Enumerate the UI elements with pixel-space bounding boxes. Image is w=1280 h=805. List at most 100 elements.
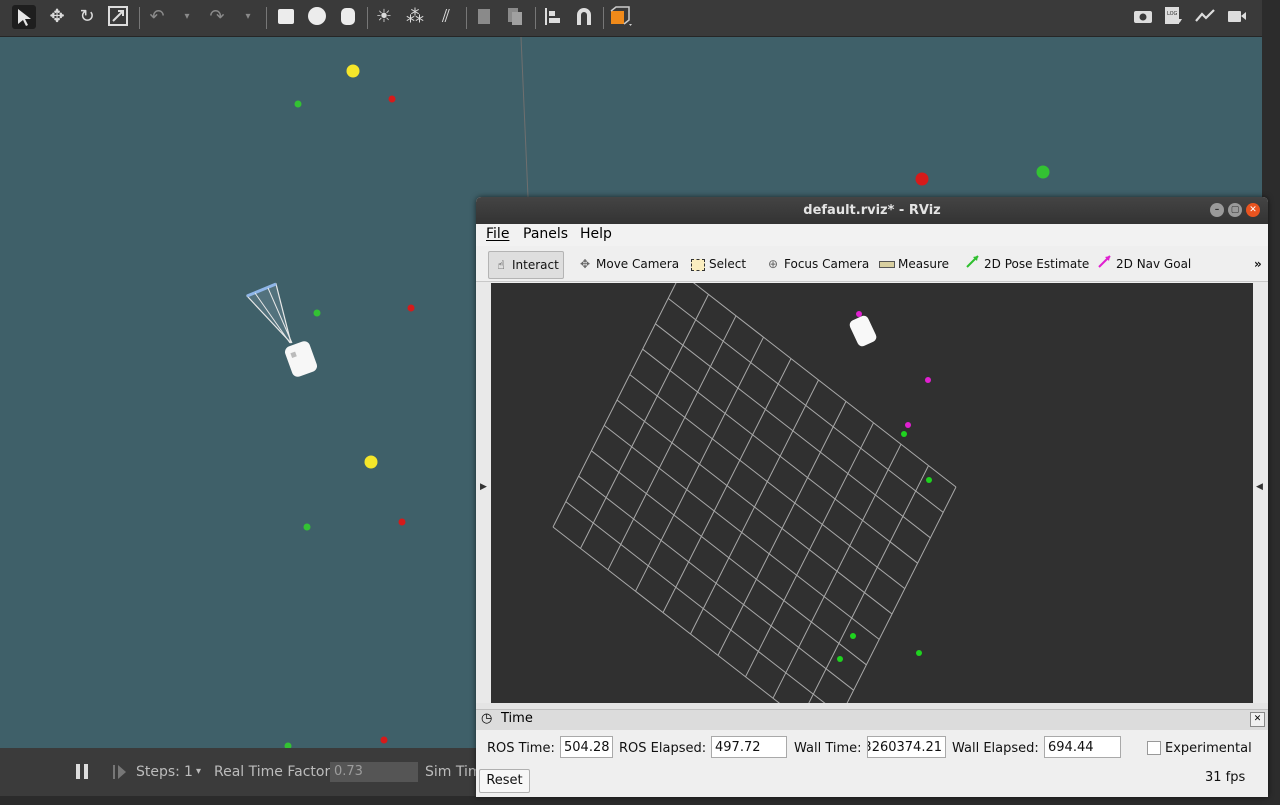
record-video-icon[interactable] <box>1225 5 1249 29</box>
focus-camera-icon: ⊕ <box>767 257 779 271</box>
step-icon[interactable] <box>112 763 128 781</box>
ros-time-field[interactable]: 504.28 <box>560 736 613 758</box>
rviz-grid <box>552 283 957 703</box>
scene-ray-line <box>520 37 529 198</box>
spot-light-icon[interactable]: ⁂ <box>403 5 427 29</box>
rviz-3d-view[interactable] <box>491 283 1254 703</box>
toolbar-separator <box>603 7 604 29</box>
wall-time-field[interactable]: 3260374.21 <box>867 736 946 758</box>
reset-label: Reset <box>486 773 523 788</box>
toolbar-more-icon[interactable]: » <box>1250 251 1266 277</box>
rviz-toolbar: ☝ Interact ✥ Move Camera Select ⊕ Focus Cam… <box>476 246 1268 282</box>
time-panel-body: ROS Time: 504.28 ROS Elapsed: 497.72 Wal… <box>476 730 1268 797</box>
tool-2d-nav-goal[interactable]: 2D Nav Goal <box>1093 251 1195 277</box>
menu-help[interactable]: Help <box>580 226 612 242</box>
redo-icon[interactable]: ↷ <box>205 5 229 29</box>
magenta-arrow-icon <box>1097 251 1113 277</box>
wall-elapsed-field[interactable]: 694.44 <box>1044 736 1121 758</box>
tool-focus-camera[interactable]: ⊕ Focus Camera <box>761 251 873 277</box>
ros-time-value: 504.28 <box>564 740 610 755</box>
time-panel-header: ◷ Time ✕ <box>476 709 1268 730</box>
plot-icon[interactable] <box>1193 5 1217 29</box>
left-dock-collapse[interactable]: ▶ <box>476 282 491 703</box>
yellow-sphere <box>364 455 378 469</box>
toolbar-separator <box>139 7 140 29</box>
ros-elapsed-field[interactable]: 497.72 <box>711 736 787 758</box>
green-arrow-icon <box>965 251 981 277</box>
tool-measure[interactable]: Measure <box>875 251 953 277</box>
scale-icon[interactable] <box>106 5 130 29</box>
tool-interact[interactable]: ☝ Interact <box>488 251 564 279</box>
right-dock-collapse[interactable]: ◀ <box>1253 282 1268 703</box>
reset-button[interactable]: Reset <box>479 769 530 793</box>
toolbar-separator <box>466 7 467 29</box>
tool-label: Focus Camera <box>784 257 870 271</box>
rtf-label: Real Time Factor: <box>214 764 335 780</box>
cylinder-icon[interactable] <box>336 5 360 29</box>
rotate-icon[interactable]: ↻ <box>75 5 99 29</box>
green-sphere <box>313 309 321 317</box>
sphere-icon[interactable] <box>305 5 329 29</box>
fps-readout: 31 fps <box>1205 770 1246 785</box>
wall-elapsed-label: Wall Elapsed: <box>952 741 1039 756</box>
green-marker <box>901 431 907 437</box>
grid-line <box>552 526 780 703</box>
ros-elapsed-label: ROS Elapsed: <box>619 741 707 756</box>
hand-pointer-icon: ☝ <box>497 258 505 272</box>
directional-light-icon[interactable]: ⫽ <box>434 5 458 29</box>
menu-panels[interactable]: Panels <box>523 226 568 242</box>
window-title: default.rviz* - RViz <box>803 203 941 218</box>
tool-label: Measure <box>898 257 949 271</box>
rviz-robot-model <box>849 315 877 347</box>
translate-icon[interactable]: ✥ <box>45 5 69 29</box>
green-marker <box>916 650 922 656</box>
steps-value[interactable]: 1 <box>184 764 193 780</box>
point-light-icon[interactable]: ☀ <box>372 5 396 29</box>
red-sphere <box>407 304 415 312</box>
log-icon[interactable]: LOG <box>1161 5 1185 29</box>
green-sphere <box>1036 165 1050 179</box>
tool-2d-pose-estimate[interactable]: 2D Pose Estimate <box>961 251 1093 277</box>
grid-line <box>552 283 677 528</box>
select-arrow-icon[interactable] <box>12 5 36 29</box>
align-icon[interactable] <box>541 5 565 29</box>
magnet-icon[interactable] <box>572 5 596 29</box>
green-marker <box>926 477 932 483</box>
tool-move-camera[interactable]: ✥ Move Camera <box>573 251 683 277</box>
redo-dropdown-icon[interactable]: ▾ <box>236 5 260 29</box>
green-sphere <box>294 100 302 108</box>
rviz-titlebar[interactable]: default.rviz* - RViz – ▢ ✕ <box>476 197 1268 224</box>
red-sphere <box>398 518 406 526</box>
rviz-menubar: File Panels Help <box>476 224 1268 246</box>
copy-icon[interactable] <box>472 5 496 29</box>
steps-label: Steps: <box>136 764 180 780</box>
undo-icon[interactable]: ↶ <box>145 5 169 29</box>
minimize-icon[interactable]: – <box>1210 203 1224 217</box>
pause-icon[interactable] <box>75 763 91 781</box>
close-icon[interactable]: ✕ <box>1246 203 1260 217</box>
steps-dropdown-icon[interactable]: ▾ <box>196 766 201 777</box>
gazebo-toolbar: ✥ ↻ ↶ ▾ ↷ ▾ ☀ ⁂ ⫽ LOG <box>0 0 1262 37</box>
expand-right-icon[interactable]: ◀ <box>1256 482 1263 492</box>
tool-select[interactable]: Select <box>686 251 750 277</box>
box-icon[interactable] <box>274 5 298 29</box>
experimental-checkbox[interactable] <box>1147 741 1161 755</box>
tool-label: Interact <box>512 258 559 272</box>
rtf-field: 0.73 <box>330 762 418 782</box>
wall-time-value: 3260374.21 <box>867 740 942 755</box>
screenshot-icon[interactable] <box>1131 5 1155 29</box>
paste-icon[interactable] <box>503 5 527 29</box>
view-angle-icon[interactable] <box>609 5 633 29</box>
grid-line <box>808 465 929 703</box>
yellow-sphere <box>346 64 360 78</box>
tool-label: Select <box>709 257 747 271</box>
menu-file[interactable]: File <box>486 226 509 242</box>
green-marker <box>837 656 843 662</box>
expand-left-icon[interactable]: ▶ <box>480 482 487 492</box>
panel-close-icon[interactable]: ✕ <box>1250 712 1265 727</box>
undo-dropdown-icon[interactable]: ▾ <box>175 5 199 29</box>
maximize-icon[interactable]: ▢ <box>1228 203 1242 217</box>
gazebo-robot <box>245 282 317 377</box>
select-box-icon <box>690 251 706 277</box>
green-marker <box>850 633 856 639</box>
